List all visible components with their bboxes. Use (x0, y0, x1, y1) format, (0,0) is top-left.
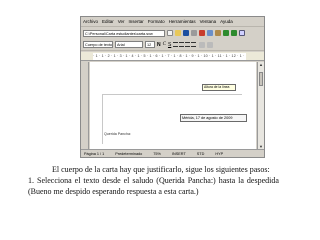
document-page[interactable]: Altura de la línea Mérida, 17 de agosto … (90, 62, 256, 150)
status-page: Página 1 / 1 (84, 151, 105, 156)
tooltip: Altura de la línea (202, 84, 236, 91)
vertical-scrollbar[interactable]: ▲ ▼ (257, 62, 264, 150)
page-margin-line (102, 94, 103, 144)
redo-icon[interactable] (231, 30, 237, 36)
italic-button[interactable]: C (163, 42, 166, 47)
paragraph-style-select[interactable]: Cuerpo de texto (83, 41, 113, 48)
document-path-field[interactable]: C:\Personal\Carta estudiantes\carta.sxw (83, 29, 165, 37)
cut-icon[interactable] (199, 30, 205, 36)
status-zoom: 75% (153, 151, 161, 156)
align-right-icon[interactable] (185, 42, 191, 47)
page-margin-line (102, 94, 242, 95)
font-size-select[interactable]: 12 (145, 41, 155, 48)
menu-ventana[interactable]: Ventana (200, 19, 217, 24)
greeting-text[interactable]: Querida Pancha: (104, 132, 131, 136)
numbering-icon[interactable] (199, 41, 206, 48)
selected-date-text[interactable]: Mérida, 17 de agosto de 2009 (180, 114, 247, 122)
menu-editar[interactable]: Editar (102, 19, 114, 24)
underline-button[interactable]: S (168, 42, 171, 48)
status-bar: Página 1 / 1 Predeterminado 75% INSERT S… (81, 149, 264, 157)
open-folder-icon[interactable] (175, 30, 181, 36)
save-icon[interactable] (183, 30, 189, 36)
status-style: Predeterminado (115, 151, 143, 156)
menu-insertar[interactable]: Insertar (129, 19, 144, 24)
ruler-scale: · 1 · 1 · 2 · 1 · 3 · 1 · 4 · 1 · 5 · 1 … (93, 53, 246, 60)
menu-herramientas[interactable]: Herramientas (169, 19, 196, 24)
undo-icon[interactable] (223, 30, 229, 36)
bullets-icon[interactable] (207, 41, 214, 48)
menu-ver[interactable]: Ver (118, 19, 125, 24)
menu-bar: Archivo Editar Ver Insertar Formato Herr… (81, 17, 264, 27)
function-toolbar: C:\Personal\Carta estudiantes\carta.sxw (81, 28, 264, 38)
status-mode: INSERT (171, 151, 186, 156)
paste-icon[interactable] (215, 30, 221, 36)
menu-archivo[interactable]: Archivo (83, 19, 98, 24)
vertical-ruler (81, 62, 89, 150)
bold-button[interactable]: N (157, 42, 161, 48)
ruler: · 1 · 1 · 2 · 1 · 3 · 1 · 4 · 1 · 5 · 1 … (81, 52, 264, 61)
scroll-up-icon[interactable]: ▲ (258, 62, 264, 68)
status-std: STD (196, 151, 205, 156)
copy-icon[interactable] (207, 30, 213, 36)
table-icon[interactable] (239, 30, 245, 36)
instruction-text-line-3: (Bueno me despido esperando respuesta a … (28, 187, 199, 196)
align-left-icon[interactable] (173, 42, 179, 47)
status-hyp: HYP (215, 151, 224, 156)
justify-icon[interactable] (191, 42, 197, 47)
word-processor-screenshot: Archivo Editar Ver Insertar Formato Herr… (80, 16, 265, 158)
instruction-text-line-1: El cuerpo de la carta hay que justificar… (52, 165, 270, 174)
align-center-icon[interactable] (179, 42, 185, 47)
formatting-toolbar: Cuerpo de texto Arial 12 N C S (81, 39, 264, 51)
print-icon[interactable] (191, 30, 197, 36)
new-document-icon[interactable] (167, 30, 173, 36)
menu-formato[interactable]: Formato (148, 19, 165, 24)
font-name-select[interactable]: Arial (115, 41, 143, 48)
scroll-thumb[interactable] (259, 72, 263, 86)
menu-ayuda[interactable]: Ayuda (220, 19, 233, 24)
instruction-text-line-2: 1. Selecciona el texto desde el saludo (… (28, 176, 279, 185)
